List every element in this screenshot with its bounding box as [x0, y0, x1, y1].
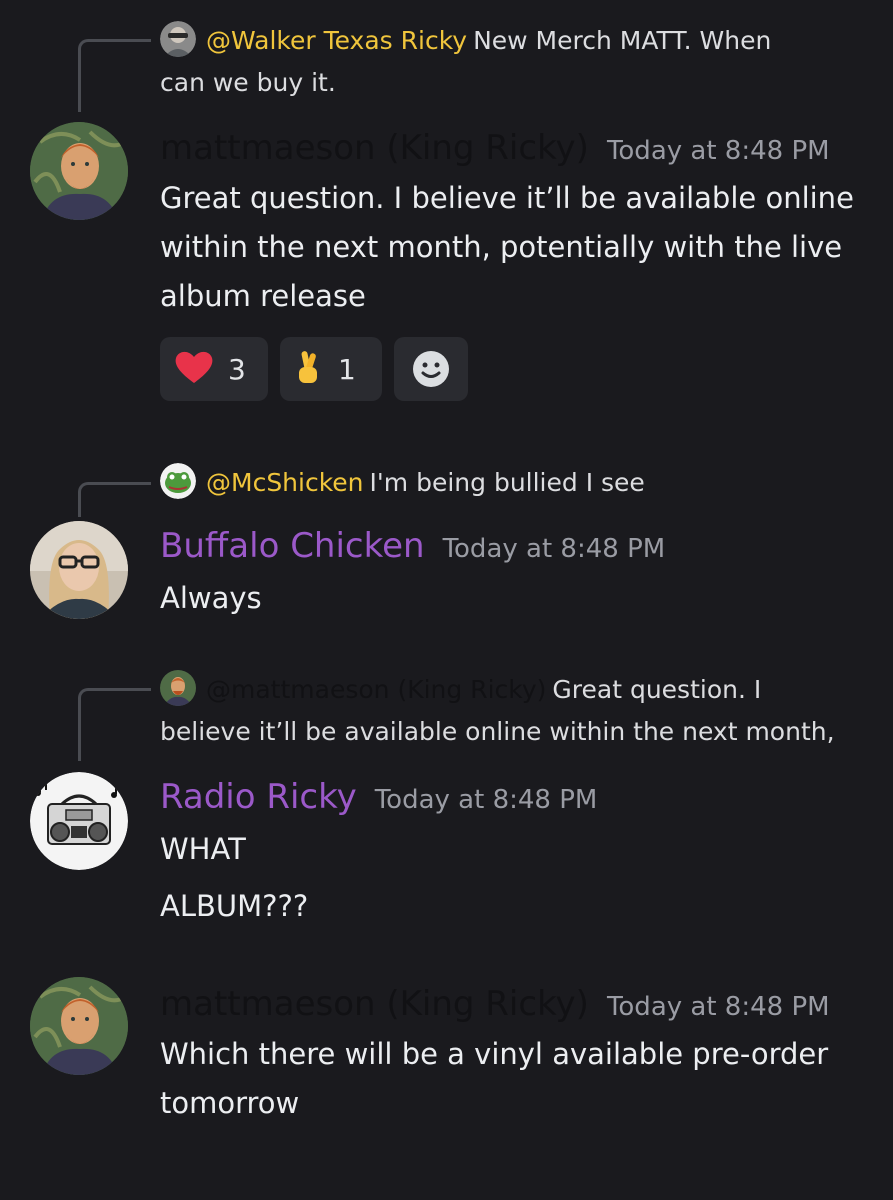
message-content-line2: ALBUM???	[160, 889, 309, 923]
message-header: mattmaeson (King Ricky) Today at 8:48 PM	[160, 984, 830, 1024]
message-header: mattmaeson (King Ricky) Today at 8:48 PM	[160, 128, 830, 168]
heart-icon	[174, 349, 214, 390]
avatar[interactable]	[30, 122, 128, 220]
reactions-bar: 3 1	[160, 337, 468, 401]
reaction-heart[interactable]: 3	[160, 337, 268, 401]
reply-avatar	[160, 21, 196, 57]
reply-preview[interactable]: @McShicken I'm being bullied I see	[160, 462, 860, 504]
reply-text: New Merch MATT. When	[473, 26, 772, 55]
timestamp: Today at 8:48 PM	[606, 992, 830, 1022]
author-name[interactable]: Radio Ricky	[160, 777, 357, 817]
reaction-count: 3	[228, 352, 246, 386]
smiley-icon	[411, 349, 451, 389]
reply-author[interactable]: @mattmaeson (King Ricky)	[206, 675, 546, 704]
reply-author[interactable]: @Walker Texas Ricky	[206, 26, 467, 55]
reply-spine	[78, 688, 151, 761]
author-name[interactable]: mattmaeson (King Ricky)	[160, 128, 589, 168]
reaction-count: 1	[338, 352, 356, 386]
reply-author[interactable]: @McShicken	[206, 468, 364, 497]
author-name[interactable]: Buffalo Chicken	[160, 526, 425, 566]
timestamp: Today at 8:48 PM	[606, 136, 830, 166]
message-content: Great question. I believe it’ll be avail…	[160, 181, 854, 313]
message-header: Radio Ricky Today at 8:48 PM	[160, 777, 597, 817]
reaction-crossed-fingers[interactable]: 1	[280, 337, 382, 401]
message-header: Buffalo Chicken Today at 8:48 PM	[160, 526, 665, 566]
reply-spine	[78, 482, 151, 517]
reply-avatar	[160, 463, 196, 499]
message-content-line1: WHAT	[160, 832, 246, 866]
avatar[interactable]	[30, 772, 128, 870]
crossed-fingers-icon	[294, 349, 324, 390]
author-name[interactable]: mattmaeson (King Ricky)	[160, 984, 589, 1024]
message-content: Which there will be a vinyl available pr…	[160, 1037, 829, 1120]
avatar[interactable]	[30, 977, 128, 1075]
reply-text-line2: can we buy it.	[160, 68, 336, 97]
reply-text-line2: believe it’ll be available online within…	[160, 717, 835, 746]
reply-text: Great question. I	[552, 675, 762, 704]
avatar[interactable]	[30, 521, 128, 619]
chat-message-list: @Walker Texas Ricky New Merch MATT. When …	[0, 0, 893, 1200]
reply-preview[interactable]: @mattmaeson (King Ricky) Great question. …	[160, 669, 860, 753]
timestamp: Today at 8:48 PM	[442, 534, 666, 564]
message-content: Always	[160, 581, 262, 615]
reply-spine	[78, 39, 151, 112]
timestamp: Today at 8:48 PM	[374, 785, 598, 815]
reply-text: I'm being bullied I see	[369, 468, 645, 497]
reply-preview[interactable]: @Walker Texas Ricky New Merch MATT. When …	[160, 20, 860, 104]
reply-avatar	[160, 670, 196, 706]
add-reaction-button[interactable]	[394, 337, 468, 401]
